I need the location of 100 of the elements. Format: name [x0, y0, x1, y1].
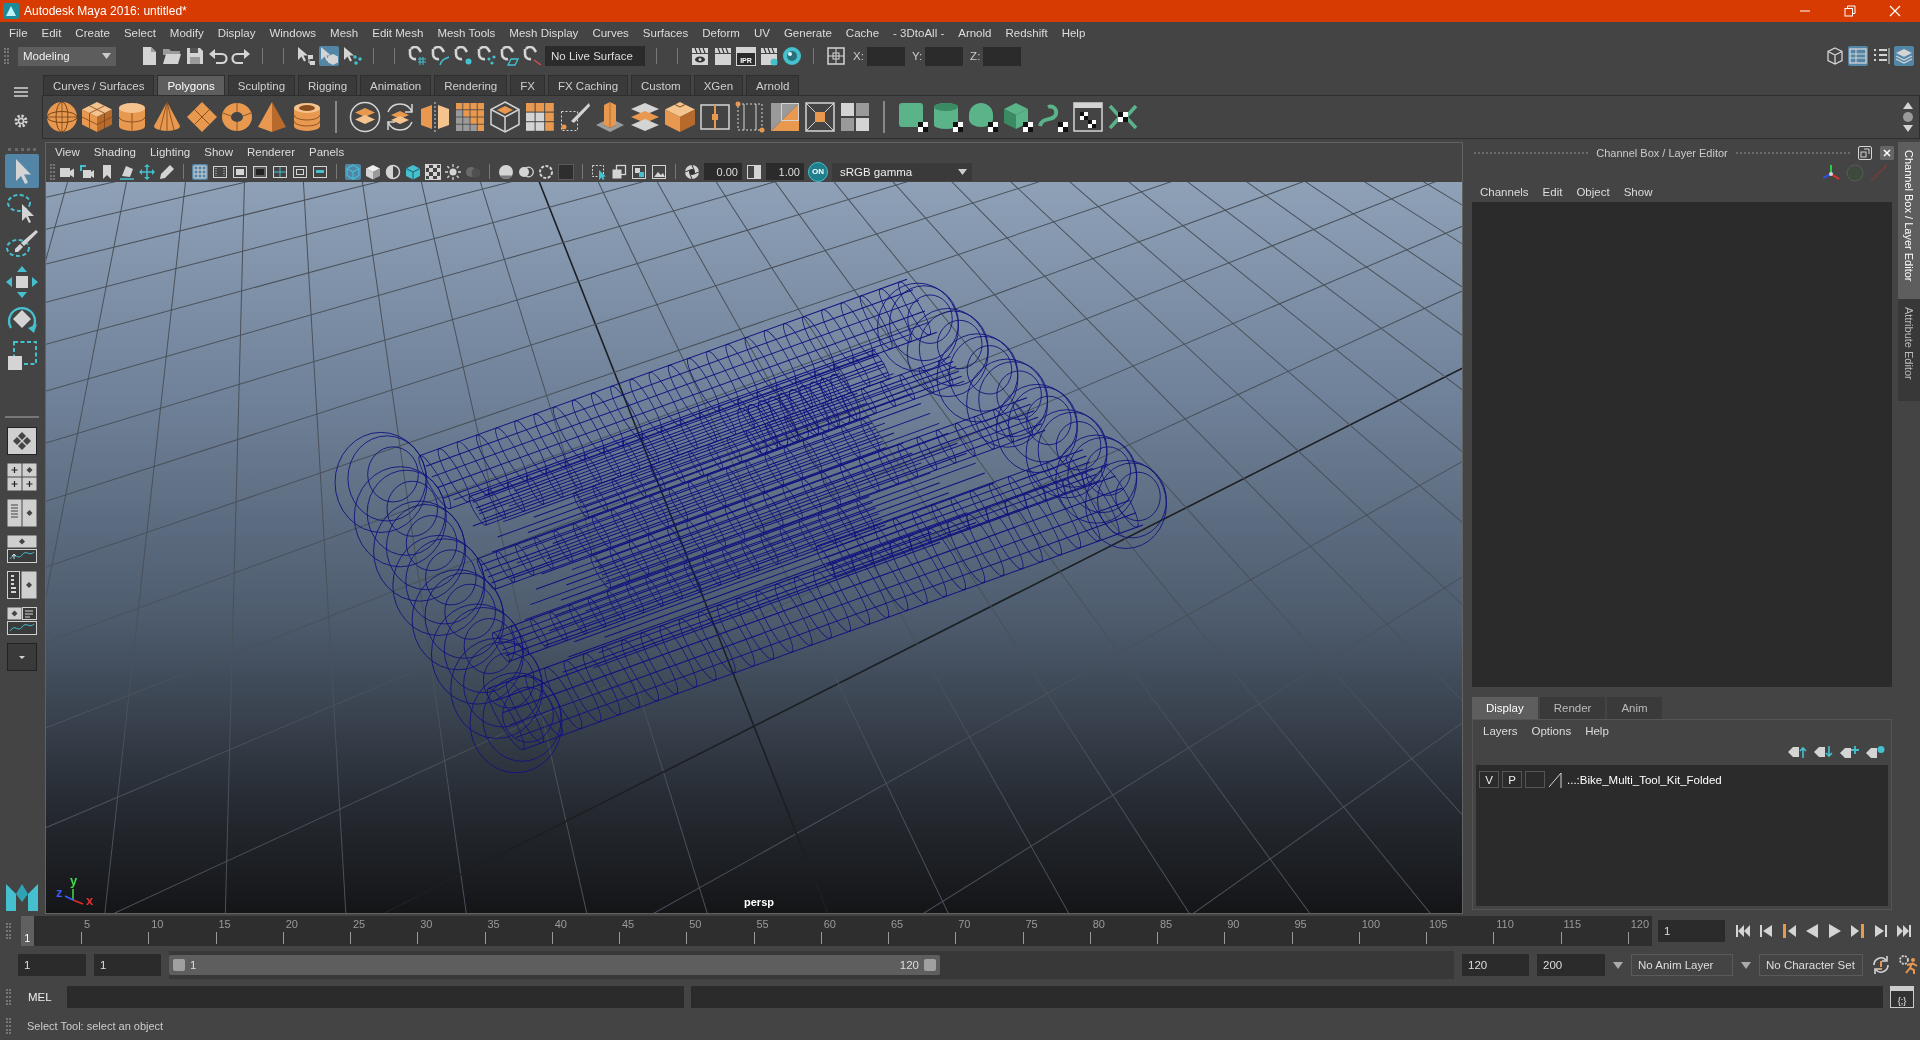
layer-menu-item[interactable]: Help — [1578, 725, 1616, 737]
shelf-tab[interactable]: Curves / Surfaces — [43, 75, 155, 95]
framed-square-icon[interactable] — [232, 163, 248, 180]
crosshair-square-icon[interactable] — [826, 46, 846, 66]
layer-up-icon[interactable] — [1787, 745, 1807, 759]
menu-item[interactable]: Surfaces — [635, 27, 696, 39]
layers-icon[interactable] — [1894, 46, 1914, 66]
shelf-tab[interactable]: Sculpting — [227, 75, 296, 95]
channel-menu-item[interactable]: Object — [1569, 186, 1617, 198]
layer-editor-tab[interactable]: Render — [1539, 697, 1606, 719]
close-icon[interactable] — [1889, 5, 1901, 17]
bulleted-list-icon[interactable] — [1871, 46, 1891, 66]
checkered-cube-icon[interactable] — [1002, 101, 1034, 133]
menu-item[interactable]: Display — [210, 27, 263, 39]
textured-cube-icon[interactable] — [405, 163, 421, 180]
color-management-toggle[interactable]: ON — [808, 161, 828, 182]
framed-picture-icon[interactable] — [651, 163, 667, 180]
undo-icon[interactable] — [208, 46, 228, 66]
current-frame-marker[interactable]: 1 — [20, 916, 34, 946]
shelf-tab[interactable]: Rigging — [298, 75, 358, 95]
cursor-hierarchy-icon[interactable] — [296, 46, 316, 66]
shelf-tab[interactable]: Rendering — [434, 75, 508, 95]
shelf-tab[interactable]: Polygons — [157, 75, 225, 95]
menu-item[interactable]: Edit — [34, 27, 69, 39]
viewport-canvas[interactable]: y z x persp — [46, 182, 1462, 913]
wire-cube-icon[interactable] — [489, 101, 521, 133]
menu-item[interactable]: Create — [68, 27, 117, 39]
time-slider-track[interactable]: 5 10 15 20 25 30 35 40 45 50 55 60 65 70 75 80 85 90 95 100 105 110 115 120 1 — [22, 916, 1652, 946]
pipe-icon[interactable] — [291, 101, 323, 133]
exposure-field[interactable]: 0.00 — [704, 163, 742, 180]
step-forward-icon[interactable] — [1873, 923, 1889, 939]
color-space-dropdown[interactable]: sRGB gamma — [832, 162, 972, 181]
mixed-pane-layout-icon[interactable] — [7, 607, 37, 635]
range-end-handle[interactable] — [924, 959, 936, 971]
drag-handle[interactable] — [6, 1018, 11, 1034]
pan-zoom-icon[interactable] — [139, 163, 155, 180]
float-window-icon[interactable] — [1858, 146, 1872, 160]
mirrored-halves-icon[interactable] — [419, 101, 451, 133]
frame-bar-icon[interactable] — [312, 163, 328, 180]
live-surface-button[interactable]: No Live Surface — [545, 46, 645, 66]
dashed-ring-icon[interactable] — [538, 163, 554, 180]
dotted-frame-icon[interactable] — [734, 101, 766, 133]
close-icon[interactable] — [1880, 146, 1894, 160]
cylinder-icon[interactable] — [116, 101, 148, 133]
menu-item[interactable]: Windows — [262, 27, 324, 39]
folder-icon[interactable] — [162, 46, 182, 66]
checker-icon[interactable] — [425, 163, 441, 180]
menu-item[interactable]: Modify — [162, 27, 211, 39]
torus-icon[interactable] — [221, 101, 253, 133]
script-editor-button[interactable]: {;} — [1890, 986, 1914, 1008]
framed-squares-icon[interactable] — [631, 163, 647, 180]
restore-icon[interactable] — [1844, 5, 1856, 17]
four-pane-layout-icon[interactable] — [7, 463, 37, 491]
previous-key-icon[interactable] — [1781, 923, 1797, 939]
shelf-tab[interactable]: FX Caching — [547, 75, 629, 95]
menu-item[interactable]: UV — [746, 27, 777, 39]
scale-icon[interactable] — [5, 339, 39, 373]
command-input-field[interactable] — [66, 986, 684, 1008]
menu-item[interactable]: Curves — [585, 27, 636, 39]
menu-set-dropdown[interactable]: Modeling — [18, 46, 116, 66]
layer-dot-icon[interactable] — [1865, 745, 1885, 759]
coordinate-field[interactable] — [866, 46, 905, 66]
layer-plus-icon[interactable] — [1839, 745, 1859, 759]
sun-icon[interactable] — [445, 163, 461, 180]
wire-cube-icon[interactable] — [1825, 46, 1845, 66]
single-pane-layout-icon[interactable] — [7, 427, 37, 455]
play-icon[interactable] — [1827, 923, 1843, 939]
panel-menu-item[interactable]: Shading — [86, 146, 143, 158]
aperture-icon[interactable] — [684, 163, 700, 180]
masked-frame-icon[interactable] — [252, 163, 268, 180]
menu-item[interactable]: Help — [1054, 27, 1093, 39]
crossed-square-icon[interactable] — [804, 101, 836, 133]
drag-handle[interactable] — [1735, 151, 1850, 155]
save-icon[interactable] — [185, 46, 205, 66]
menu-item[interactable]: Arnold — [951, 27, 999, 39]
start-frame-field[interactable]: 1 — [18, 954, 86, 976]
stacked-graph-layout-icon[interactable] — [7, 535, 37, 563]
end-frame-field[interactable]: 200 — [1537, 954, 1605, 976]
drag-handle[interactable] — [4, 48, 9, 64]
channel-menu-item[interactable]: Edit — [1535, 186, 1570, 198]
layer-menu-item[interactable]: Layers — [1476, 725, 1525, 737]
current-frame-field[interactable]: 1 — [1658, 920, 1725, 942]
panel-menu-item[interactable]: View — [48, 146, 87, 158]
panel-menu-item[interactable]: Panels — [301, 146, 352, 158]
side-tab[interactable]: Attribute Editor — [1898, 299, 1920, 401]
stacked-sheets-icon[interactable] — [629, 101, 661, 133]
diagonal-square-icon[interactable] — [769, 101, 801, 133]
clapperboard-icon[interactable] — [713, 46, 733, 66]
menu-item[interactable]: - 3DtoAll - — [886, 27, 952, 39]
gear-icon[interactable] — [14, 113, 28, 128]
drag-handle[interactable] — [8, 148, 36, 151]
grid-magnet-icon[interactable] — [407, 46, 427, 66]
shelf-tab[interactable]: Arnold — [746, 75, 800, 95]
panel-menu-item[interactable]: Renderer — [240, 146, 302, 158]
half-circle-icon[interactable] — [385, 163, 401, 180]
shelf-tab[interactable]: FX — [510, 75, 545, 95]
next-key-icon[interactable] — [1850, 923, 1866, 939]
checkered-dome-icon[interactable] — [967, 101, 999, 133]
curve-magnet-icon[interactable] — [430, 46, 450, 66]
side-by-side-layout-icon[interactable] — [7, 499, 37, 527]
